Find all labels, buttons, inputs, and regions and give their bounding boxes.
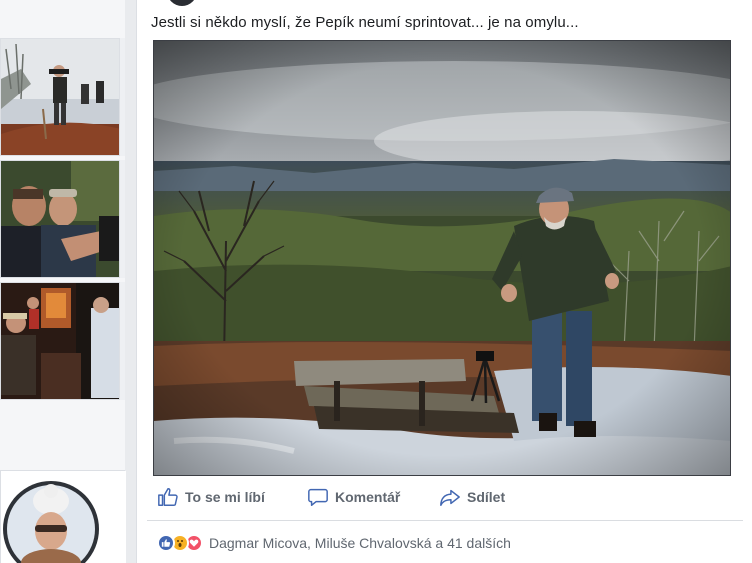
share-label: Sdílet: [467, 489, 506, 505]
comment-button[interactable]: Komentář: [307, 485, 400, 509]
reactions-summary[interactable]: Dagmar Micova, Miluše Chvalovská a 41 da…: [157, 532, 511, 554]
post-card: Jestli si někdo myslí, že Pepík neumí sp…: [136, 0, 752, 563]
photo-thumbnail-2[interactable]: [0, 160, 120, 278]
spacer: [0, 400, 125, 470]
post-actions: To se mi líbí Komentář Sdílet: [137, 477, 752, 515]
share-button[interactable]: Sdílet: [439, 485, 505, 509]
profile-card[interactable]: [0, 470, 126, 563]
photo-thumbnail-3[interactable]: [0, 282, 120, 400]
divider: [147, 520, 743, 521]
like-label: To se mi líbí: [185, 489, 265, 505]
comment-icon: [308, 488, 328, 506]
left-column: [0, 0, 126, 563]
post-photo[interactable]: [153, 40, 731, 476]
like-icon: [157, 534, 175, 552]
author-avatar[interactable]: [167, 0, 197, 6]
spacer: [0, 0, 125, 38]
reaction-names: Dagmar Micova, Miluše Chvalovská a 41 da…: [209, 535, 511, 551]
thumbs-up-icon: [158, 488, 178, 506]
post-text: Jestli si někdo myslí, že Pepík neumí sp…: [151, 14, 579, 31]
share-arrow-icon: [440, 489, 460, 506]
photo-thumbnail-1[interactable]: [0, 38, 120, 156]
like-button[interactable]: To se mi líbí: [157, 485, 265, 509]
comment-label: Komentář: [335, 489, 401, 505]
